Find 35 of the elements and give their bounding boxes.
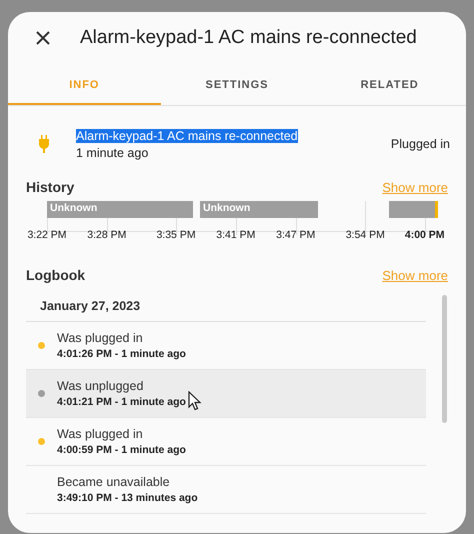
entity-time: 1 minute ago [76, 146, 150, 160]
tab[interactable]: SETTINGS [160, 67, 314, 105]
cursor-icon [188, 391, 202, 411]
logbook-entry[interactable]: Was plugged in 4:00:59 PM - 1 minute ago [26, 418, 426, 466]
time-axis-label: 3:47 PM [276, 229, 316, 241]
time-axis-label: 3:35 PM [156, 229, 196, 241]
time-axis-label: 3:41 PM [216, 229, 256, 241]
state-bar-on [435, 201, 438, 218]
state-bar: Unknown [200, 201, 318, 218]
dialog-title: Alarm-keypad-1 AC mains re-connected [80, 27, 417, 49]
entry-message: Was unplugged [57, 379, 144, 393]
section-title: Logbook [26, 267, 86, 283]
entry-time: 4:00:59 PM - 1 minute ago [57, 444, 186, 456]
state-bar: Unknown [47, 201, 193, 218]
time-axis-label: 3:54 PM [346, 229, 385, 241]
entity-state: Plugged in [390, 137, 450, 151]
section-title: History [26, 179, 74, 195]
logbook-entry[interactable]: Became unavailable 3:49:10 PM - 13 minutes ago [26, 466, 426, 514]
entry-message: Became unavailable [57, 475, 171, 489]
tab[interactable]: RELATED [313, 67, 466, 105]
state-bar [389, 201, 435, 218]
entry-time: 3:49:10 PM - 13 minutes ago [57, 492, 198, 504]
entry-message: Was plugged in [57, 427, 144, 441]
plug-icon [38, 135, 50, 153]
date-header: January 27, 2023 [26, 293, 426, 322]
logbook-entry[interactable]: Was unplugged 4:01:21 PM - 1 minute ago [26, 370, 426, 418]
close-icon [36, 31, 50, 45]
time-axis-label: 4:00 PM [404, 229, 445, 241]
entry-time: 4:01:26 PM - 1 minute ago [57, 348, 186, 360]
time-axis-label: 3:28 PM [87, 229, 126, 241]
scrollbar[interactable] [442, 295, 447, 423]
entity-name: Alarm-keypad-1 AC mains re-connected [76, 128, 298, 142]
time-axis-label: 3:22 PM [27, 229, 67, 241]
entry-time: 4:01:21 PM - 1 minute ago [57, 396, 186, 408]
entry-message: Was plugged in [57, 331, 144, 345]
